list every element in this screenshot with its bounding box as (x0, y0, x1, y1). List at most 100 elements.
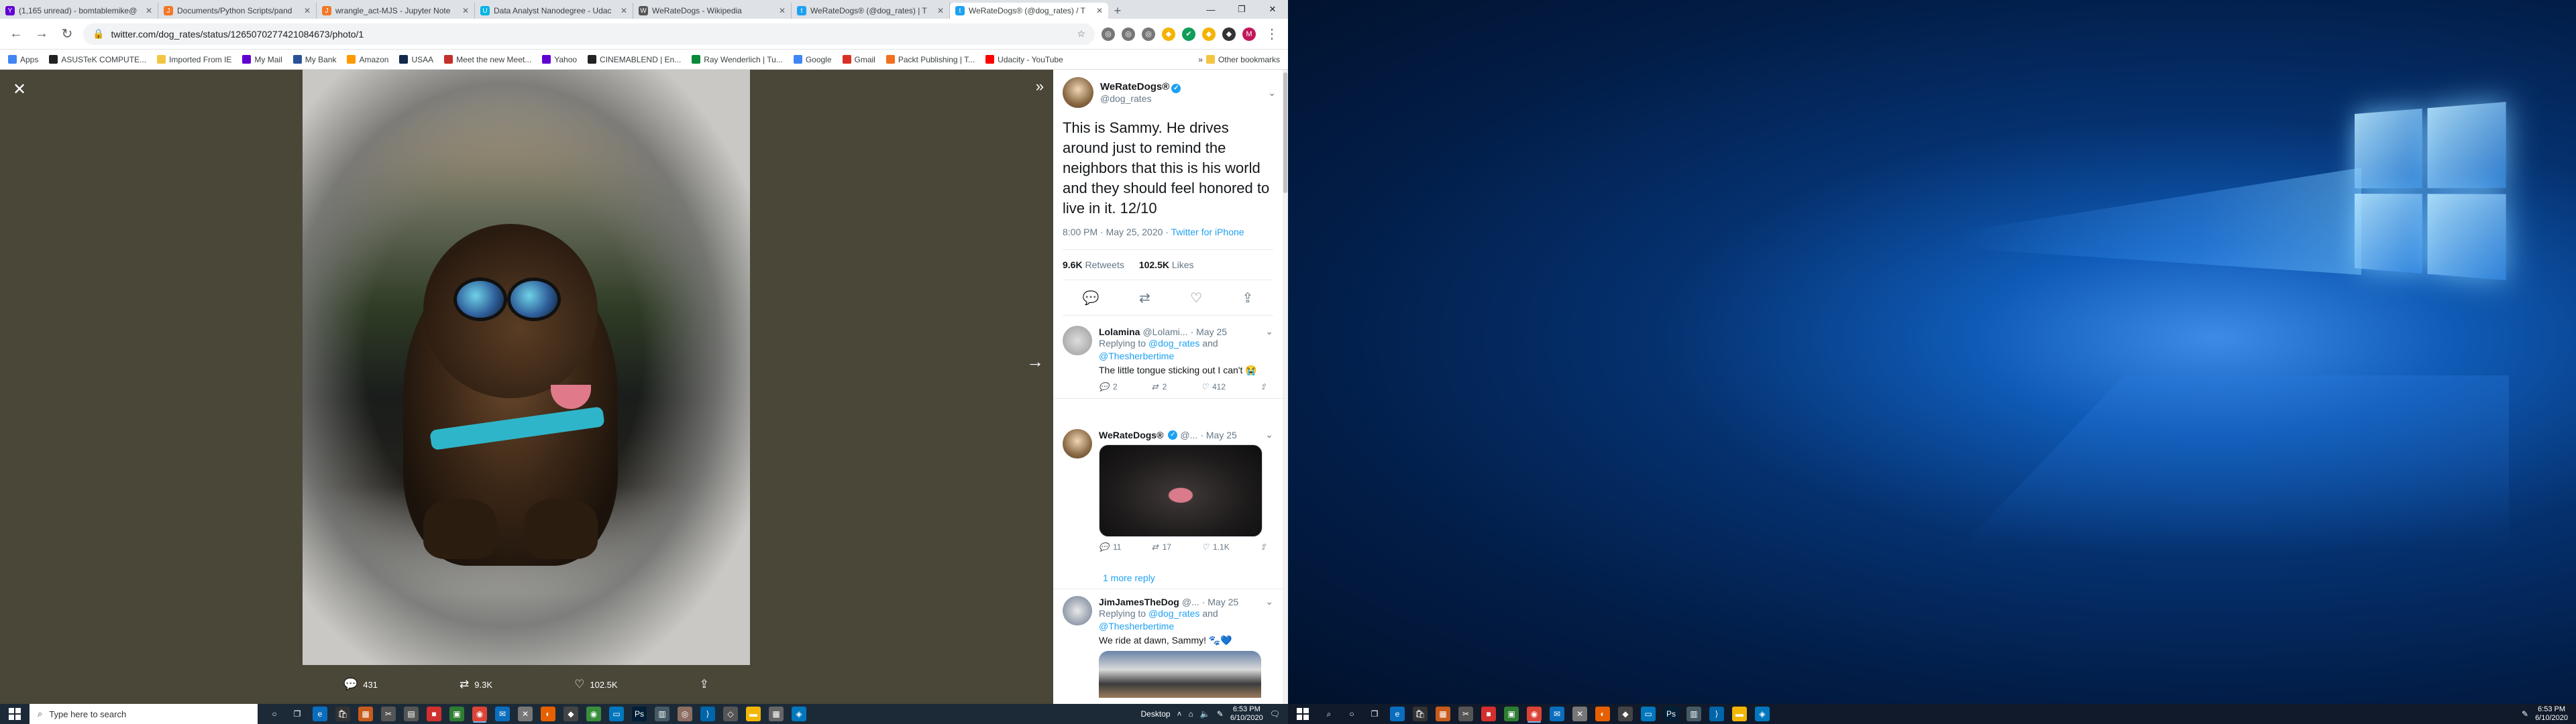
network-icon[interactable]: ⌂ (1189, 709, 1193, 719)
bookmark-item[interactable]: Packt Publishing | T... (885, 55, 975, 64)
bookmark-item[interactable]: ASUSTeK COMPUTE... (49, 55, 146, 64)
browser-tab[interactable]: U Data Analyst Nanodegree - Udac ✕ (475, 3, 633, 19)
close-icon[interactable]: ✕ (1257, 0, 1288, 19)
chrome-icon[interactable]: ◉ (472, 707, 487, 721)
avatar[interactable] (1063, 326, 1092, 355)
tools-icon[interactable]: ✕ (518, 707, 533, 721)
app-icon[interactable]: ■ (427, 707, 441, 721)
author-name-row[interactable]: WeRateDogs® ✓ (1100, 81, 1181, 93)
task-view-icon[interactable]: ❐ (290, 707, 305, 721)
extension-icon[interactable]: ◆ (1202, 27, 1216, 41)
reply-item[interactable]: WeRateDogs® ✓ @... · May 25 ⌄ 💬 11 ⇄ 17 ♡ 1… (1053, 422, 1283, 558)
reply-button[interactable]: 💬 2 (1099, 382, 1118, 391)
mail-icon[interactable]: ✉ (495, 707, 510, 721)
share-button[interactable]: ⇪ (1260, 542, 1267, 552)
retweet-icon[interactable]: ⇄ (1139, 290, 1150, 306)
close-icon[interactable]: ✕ (9, 79, 30, 99)
browser-tab[interactable]: Y (1,165 unread) - bomtablemike@ ✕ (0, 3, 158, 19)
chevron-down-icon[interactable]: ⌄ (1265, 326, 1273, 337)
chevron-down-icon[interactable]: ⌄ (1268, 87, 1276, 99)
app-icon[interactable]: ▥ (1686, 707, 1701, 721)
back-arrow-icon[interactable]: ← (7, 25, 25, 44)
app-icon[interactable]: ▦ (769, 707, 784, 721)
start-button[interactable] (0, 704, 30, 724)
avatar[interactable] (1063, 77, 1093, 108)
retweet-button[interactable]: ⇄ 2 (1152, 382, 1167, 391)
retweet-button[interactable]: ⇄ 17 (1152, 542, 1171, 552)
tweet-timestamp[interactable]: 8:00 PM · May 25, 2020 · (1063, 227, 1169, 237)
file-explorer-icon[interactable]: ▬ (746, 707, 761, 721)
chevron-up-icon[interactable]: ˄ (1177, 709, 1182, 719)
app-icon[interactable]: ◎ (678, 707, 692, 721)
app-icon[interactable]: ◇ (723, 707, 738, 721)
tools-icon[interactable]: ✂ (1458, 707, 1473, 721)
scrollbar-thumb[interactable] (1283, 72, 1287, 193)
tab-close-icon[interactable]: ✕ (937, 6, 944, 15)
cortana-icon[interactable]: ○ (1344, 707, 1359, 721)
extension-icon[interactable]: ◎ (1142, 27, 1155, 41)
notifications-icon[interactable]: 🗨 (1270, 709, 1280, 719)
author-handle[interactable]: @dog_rates (1100, 93, 1181, 104)
app-icon[interactable]: ◆ (564, 707, 578, 721)
reply-icon[interactable]: 💬 (1083, 290, 1099, 306)
app-icon[interactable]: ◆ (1618, 707, 1633, 721)
bookmark-item[interactable]: Udacity - YouTube (985, 55, 1063, 64)
tab-close-icon[interactable]: ✕ (304, 6, 311, 15)
bookmark-item[interactable]: Yahoo (542, 55, 577, 64)
cortana-icon[interactable]: ○ (267, 707, 282, 721)
edge-icon[interactable]: e (1390, 707, 1405, 721)
more-replies-link[interactable]: 1 more reply (1103, 572, 1155, 583)
reply-button[interactable]: 💬 431 (343, 678, 378, 691)
reply-item[interactable]: Lolamina @Lolami... · May 25 ⌄ Replying … (1053, 319, 1283, 399)
next-arrow-icon[interactable]: → (1026, 351, 1044, 372)
browser-tab[interactable]: t WeRateDogs® (@dog_rates) | T ✕ (792, 3, 950, 19)
store-icon[interactable]: 🛍 (1413, 707, 1428, 721)
taskbar-search-box[interactable]: ⌕ Type here to search (30, 704, 258, 724)
bookmark-item[interactable]: USAA (399, 55, 433, 64)
heart-icon[interactable]: ♡ (1190, 290, 1202, 306)
firefox-icon[interactable]: ◐ (1595, 707, 1610, 721)
file-explorer-icon[interactable]: ▬ (1732, 707, 1747, 721)
likes-stat[interactable]: 102.5K Likes (1139, 259, 1194, 270)
bookmark-item[interactable]: Imported From IE (157, 55, 231, 64)
browser-tab[interactable]: J wrangle_act-MJS - Jupyter Note ✕ (317, 3, 475, 19)
profile-avatar[interactable]: M (1242, 27, 1256, 41)
new-tab-button[interactable]: + (1108, 3, 1127, 19)
bookmark-item[interactable]: Google (793, 55, 832, 64)
extension-icon[interactable]: ◎ (1102, 27, 1115, 41)
vscode-icon[interactable]: ⟩ (1709, 707, 1724, 721)
extension-icon[interactable]: ◆ (1162, 27, 1175, 41)
tab-close-icon[interactable]: ✕ (779, 6, 786, 15)
app-icon[interactable]: ▦ (358, 707, 373, 721)
other-bookmarks[interactable]: » Other bookmarks (1198, 55, 1280, 64)
tweet-source[interactable]: Twitter for iPhone (1171, 227, 1244, 237)
bookmark-item[interactable]: Ray Wenderlich | Tu... (692, 55, 783, 64)
like-button[interactable]: ♡ 412 (1201, 382, 1226, 391)
folder-icon[interactable]: ▭ (609, 707, 624, 721)
scrollbar[interactable] (1283, 70, 1288, 704)
chrome-icon[interactable]: ◉ (1527, 707, 1542, 721)
photoshop-icon[interactable]: Ps (632, 707, 647, 721)
share-button[interactable]: ⇪ (1260, 382, 1267, 391)
firefox-icon[interactable]: ◐ (541, 707, 555, 721)
bookmark-item[interactable]: My Bank (292, 55, 336, 64)
pen-icon[interactable]: ✎ (1217, 709, 1224, 719)
chevron-down-icon[interactable]: ⌄ (1265, 429, 1273, 440)
chevron-down-icon[interactable]: ⌄ (1265, 596, 1273, 607)
tools-icon[interactable]: ✂ (381, 707, 396, 721)
reload-icon[interactable]: ↻ (58, 25, 76, 44)
maximize-icon[interactable]: ❐ (1226, 0, 1257, 19)
tab-close-icon[interactable]: ✕ (146, 6, 152, 15)
reply-media-image[interactable] (1099, 444, 1263, 537)
bookmark-item[interactable]: Gmail (842, 55, 875, 64)
retweet-button[interactable]: ⇄ 9.3K (460, 678, 492, 691)
tab-close-icon[interactable]: ✕ (621, 6, 627, 15)
app-icon[interactable]: ▦ (1436, 707, 1450, 721)
edge-icon[interactable]: e (313, 707, 327, 721)
retweets-stat[interactable]: 9.6K Retweets (1063, 259, 1124, 270)
reply-button[interactable]: 💬 11 (1099, 542, 1121, 552)
app-icon[interactable]: ◈ (792, 707, 806, 721)
app-icon[interactable]: ◈ (1755, 707, 1770, 721)
address-bar[interactable]: 🔒 twitter.com/dog_rates/status/126507027… (83, 23, 1095, 45)
app-icon[interactable]: ■ (1481, 707, 1496, 721)
